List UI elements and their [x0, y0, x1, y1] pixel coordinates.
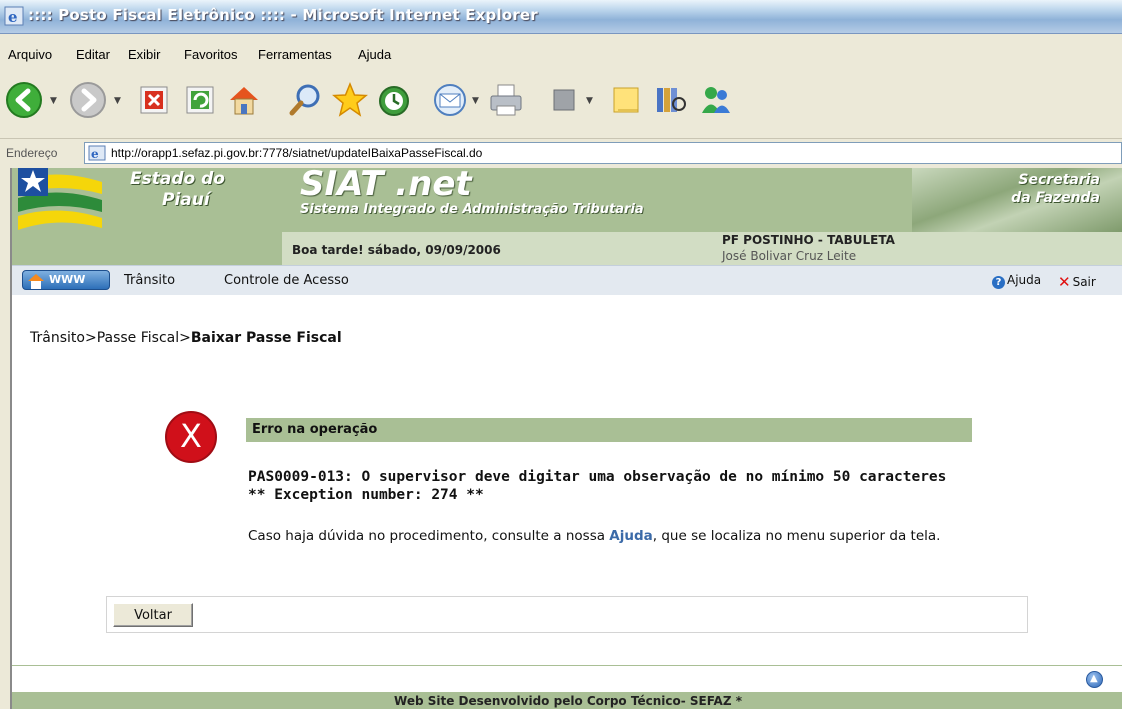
breadcrumb-transito[interactable]: Trânsito: [30, 330, 85, 346]
nav-transito[interactable]: Trânsito: [124, 273, 175, 288]
svg-text:e: e: [8, 8, 18, 26]
home-icon[interactable]: [224, 80, 264, 120]
siat-logo-text: SIAT .net: [300, 168, 472, 204]
mail-dropdown-icon[interactable]: ▼: [472, 96, 479, 106]
menu-ferramentas[interactable]: Ferramentas: [258, 47, 332, 62]
menu-arquivo[interactable]: Arquivo: [8, 47, 52, 62]
back-button[interactable]: Voltar: [113, 603, 193, 627]
greeting-text: Boa tarde! sábado, 09/09/2006: [292, 243, 501, 257]
address-url: http://orapp1.sefaz.pi.gov.br:7778/siatn…: [111, 146, 483, 160]
back-dropdown-icon[interactable]: ▼: [50, 96, 57, 106]
menu-editar[interactable]: Editar: [76, 47, 110, 62]
back-icon[interactable]: [4, 80, 44, 120]
refresh-icon[interactable]: [180, 80, 220, 120]
error-help-prefix: Caso haja dúvida no procedimento, consul…: [248, 528, 610, 544]
menu-ajuda[interactable]: Ajuda: [358, 47, 391, 62]
help-inline-link[interactable]: Ajuda: [609, 528, 652, 544]
button-panel: Voltar: [106, 596, 1028, 633]
error-help-suffix: , que se localiza no menu superior da te…: [652, 528, 941, 544]
breadcrumb: Trânsito>Passe Fiscal>Baixar Passe Fisca…: [30, 330, 342, 346]
address-input[interactable]: e http://orapp1.sefaz.pi.gov.br:7778/sia…: [84, 142, 1122, 164]
state-name-line1: Estado do: [130, 169, 225, 189]
browser-toolbar: ▼ ▼ ▼ ▼: [0, 72, 1122, 130]
history-icon[interactable]: [374, 80, 414, 120]
error-title-bar: Erro na operação: [246, 418, 972, 442]
footer: Web Site Desenvolvido pelo Corpo Técnico…: [12, 692, 1122, 709]
sefaz-line1: Secretaria: [1018, 172, 1100, 188]
breadcrumb-passe-fiscal[interactable]: Passe Fiscal: [97, 330, 179, 346]
forward-icon[interactable]: [68, 80, 108, 120]
scroll-top-icon[interactable]: ▲: [1086, 671, 1103, 688]
help-icon: ?: [992, 276, 1005, 289]
greeting-strip: Boa tarde! sábado, 09/09/2006 PF POSTINH…: [12, 232, 1122, 265]
edit-icon[interactable]: [544, 80, 584, 120]
close-icon: ✕: [1058, 273, 1071, 291]
window-title-bar: e :::: Posto Fiscal Eletrônico :::: - Mi…: [0, 0, 1122, 34]
menu-favoritos[interactable]: Favoritos: [184, 47, 237, 62]
search-icon[interactable]: [286, 80, 326, 120]
address-label: Endereço: [6, 146, 58, 160]
siat-subtitle: Sistema Integrado de Administração Tribu…: [300, 202, 644, 217]
error-message: PAS0009-013: O supervisor deve digitar u…: [248, 469, 947, 503]
www-label: WWW: [49, 273, 86, 286]
notes-icon[interactable]: [606, 80, 646, 120]
error-help-text: Caso haja dúvida no procedimento, consul…: [248, 527, 968, 545]
site-header: Estado do Piauí SIAT .net Sistema Integr…: [12, 168, 1122, 232]
user-name: José Bolivar Cruz Leite: [722, 249, 857, 263]
www-button[interactable]: WWW: [22, 270, 110, 290]
svg-text:e: e: [91, 147, 99, 161]
page-viewport: Estado do Piauí SIAT .net Sistema Integr…: [10, 168, 1122, 709]
footer-text: Web Site Desenvolvido pelo Corpo Técnico…: [394, 694, 742, 708]
edit-dropdown-icon[interactable]: ▼: [586, 96, 593, 106]
state-name-line2: Piauí: [162, 190, 210, 210]
help-link[interactable]: ? Ajuda: [992, 273, 1041, 289]
mail-icon[interactable]: [430, 80, 470, 120]
greeting-strip-left: [12, 232, 282, 265]
forward-dropdown-icon[interactable]: ▼: [114, 96, 121, 106]
internet-explorer-icon: e: [4, 6, 24, 26]
exit-link[interactable]: ✕ Sair: [1058, 273, 1096, 291]
menu-bar: Arquivo Editar Exibir Favoritos Ferramen…: [0, 43, 1122, 67]
error-title: Erro na operação: [252, 422, 378, 437]
page-icon: e: [88, 145, 106, 161]
unit-name: PF POSTINHO - TABULETA: [722, 233, 895, 247]
stop-icon[interactable]: [134, 80, 174, 120]
piaui-flag-logo: [18, 168, 102, 232]
address-bar: Endereço e http://orapp1.sefaz.pi.gov.br…: [0, 138, 1122, 166]
breadcrumb-separator: >: [84, 330, 97, 346]
site-nav: WWW Trânsito Controle de Acesso ? Ajuda ✕…: [12, 265, 1122, 295]
error-icon: X: [165, 411, 217, 463]
footer-divider: [12, 665, 1122, 666]
exit-label: Sair: [1072, 275, 1096, 289]
help-label: Ajuda: [1007, 273, 1042, 287]
print-icon[interactable]: [486, 80, 526, 120]
messenger-icon[interactable]: [696, 80, 736, 120]
sefaz-line2: da Fazenda: [1011, 190, 1100, 206]
window-title: :::: Posto Fiscal Eletrônico :::: - Micr…: [28, 6, 538, 24]
nav-controle-acesso[interactable]: Controle de Acesso: [224, 273, 349, 288]
favorites-icon[interactable]: [330, 80, 370, 120]
breadcrumb-separator: >: [179, 330, 191, 346]
research-icon[interactable]: [650, 80, 690, 120]
home-icon: [28, 274, 44, 289]
menu-exibir[interactable]: Exibir: [128, 47, 161, 62]
breadcrumb-current: Baixar Passe Fiscal: [190, 330, 342, 346]
